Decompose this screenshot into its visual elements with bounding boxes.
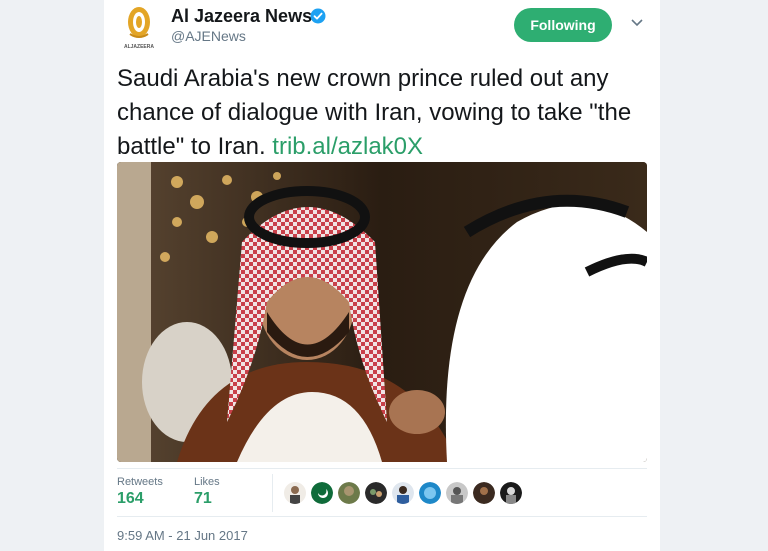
account-name[interactable]: Al Jazeera News bbox=[171, 6, 312, 27]
tweet-text: Saudi Arabia's new crown prince ruled ou… bbox=[117, 62, 647, 164]
liker-avatar[interactable] bbox=[473, 482, 495, 504]
retweets-count[interactable]: 164 bbox=[117, 490, 144, 508]
liker-avatar[interactable] bbox=[419, 482, 441, 504]
liker-avatar[interactable] bbox=[365, 482, 387, 504]
chevron-down-icon[interactable] bbox=[630, 18, 644, 28]
liker-avatar[interactable] bbox=[446, 482, 468, 504]
liker-avatar[interactable] bbox=[311, 482, 333, 504]
liker-avatar[interactable] bbox=[284, 482, 306, 504]
verified-badge-icon bbox=[310, 8, 326, 24]
divider bbox=[117, 468, 647, 469]
tweet-link[interactable]: trib.al/azlak0X bbox=[272, 133, 423, 160]
liker-avatar[interactable] bbox=[500, 482, 522, 504]
following-button[interactable]: Following bbox=[514, 8, 612, 42]
divider bbox=[117, 516, 647, 517]
account-handle[interactable]: @AJENews bbox=[171, 28, 246, 44]
liker-avatar[interactable] bbox=[392, 482, 414, 504]
likes-count[interactable]: 71 bbox=[194, 490, 212, 508]
logo-text: ALJAZEERA bbox=[124, 44, 154, 50]
liker-avatar[interactable] bbox=[338, 482, 360, 504]
stats-separator bbox=[272, 474, 273, 512]
tweet-timestamp[interactable]: 9:59 AM - 21 Jun 2017 bbox=[117, 528, 248, 543]
likes-label[interactable]: Likes bbox=[194, 476, 220, 488]
retweets-label[interactable]: Retweets bbox=[117, 476, 163, 488]
tweet-photo[interactable] bbox=[117, 162, 647, 462]
al-jazeera-logo[interactable]: ALJAZEERA bbox=[120, 4, 158, 50]
